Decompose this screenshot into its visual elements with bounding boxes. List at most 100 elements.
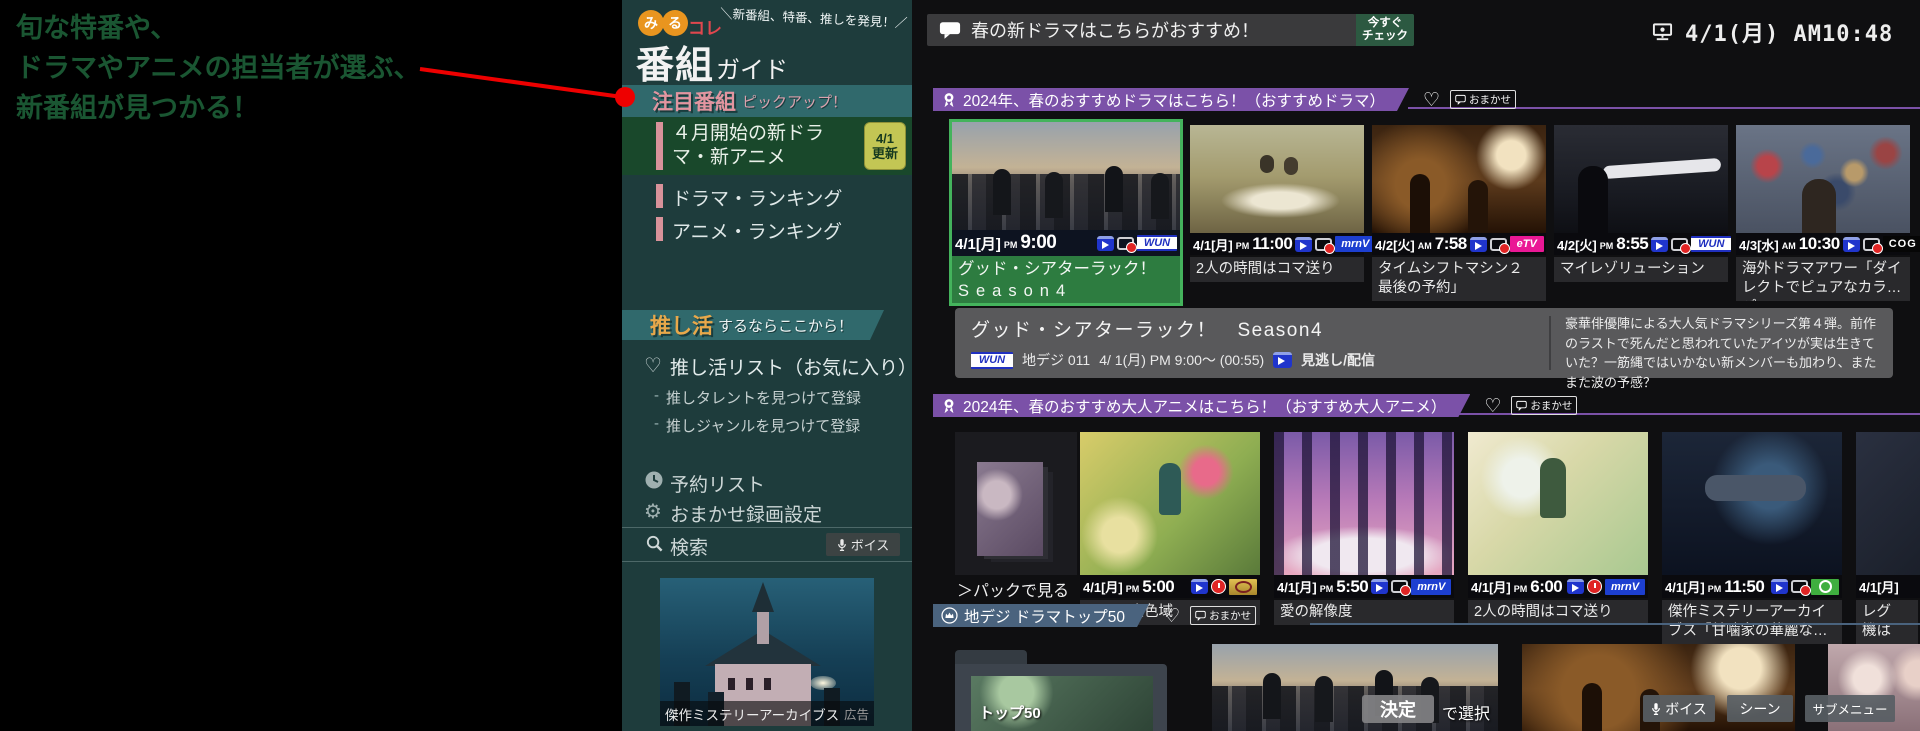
voice-search-button[interactable]: ボイス	[826, 533, 900, 556]
schedule-text: 4/ 1(月) PM 9:00〜 (00:55)	[1099, 350, 1264, 370]
air-date: 4/1[月]	[1193, 235, 1233, 254]
annotation-line: 新番組が見つかる！	[16, 88, 420, 128]
submenu-button[interactable]: サブメニュー	[1805, 695, 1895, 722]
sidebar-item-new-drama-anime[interactable]: ４月開始の新ドラマ・新アニメ 4/1 更新	[622, 117, 912, 175]
sidebar-item-search[interactable]: 検索 ボイス	[622, 527, 912, 562]
program-thumbnail	[952, 122, 1180, 230]
program-card[interactable]: 4/2[火]AM7:58 eTV タイムシフトマシン２ 最後の予約」	[1372, 125, 1546, 303]
broadcaster-logo: eTV	[1510, 236, 1544, 252]
broadcaster-logo: mrnV	[1605, 579, 1645, 595]
decide-hint-text: で選択	[1442, 700, 1490, 724]
heart-icon[interactable]: ♡	[1163, 605, 1180, 627]
am-pm: AM	[1418, 241, 1432, 251]
check-now-button[interactable]: 今すぐ チェック	[1356, 14, 1414, 46]
heart-icon[interactable]: ♡	[1423, 89, 1440, 111]
omakase-badge[interactable]: おまかせ	[1190, 606, 1256, 625]
program-time-strip: 4/1[月]PM5:50 mrnV	[1274, 575, 1454, 598]
pack-view-label[interactable]: ＞パックで見る	[957, 577, 1069, 601]
heart-icon[interactable]: ♡	[1484, 395, 1501, 417]
row-anime-title: 2024年、春のおすすめ大人アニメはこちら！（おすすめ大人アニメ）	[963, 395, 1446, 417]
scene-button[interactable]: シーン	[1727, 695, 1793, 722]
scene-button-label: シーン	[1739, 699, 1780, 719]
program-thumbnail	[1736, 125, 1910, 233]
pack-thumbnail[interactable]	[977, 462, 1043, 556]
program-thumbnail	[1274, 432, 1454, 575]
sidebar: み る コレ ＼新番組、特番、推しを発見！／ 番組 ガイド 注目番組 ピックアッ…	[622, 0, 912, 731]
update-badge: 4/1 更新	[864, 122, 906, 170]
program-time-strip: 4/3[水]AM10:30 COG	[1736, 233, 1910, 255]
decide-key-hint: 決定	[1362, 695, 1434, 723]
notification-bar[interactable]: 春の新ドラマはこちらがおすすめ！ 今すぐ チェック	[927, 14, 1414, 46]
sidebar-item-drama-ranking[interactable]: ドラマ・ランキング	[622, 182, 912, 210]
pickup-section-header: 注目番組 ピックアップ！	[622, 85, 912, 117]
program-card-good-theater[interactable]: 4/1[月]PM9:00 WUN グッド・シアターラック！ Season4	[949, 119, 1183, 306]
sidebar-item-find-genre[interactable]: - 推しジャンルを見つけて登録	[622, 414, 912, 436]
catchup-play-icon	[1273, 352, 1292, 368]
reminder-clock-icon	[1587, 579, 1602, 594]
mic-icon	[1651, 702, 1661, 716]
program-time-strip: 4/1[月]PM9:00 WUN	[952, 230, 1180, 256]
reminder-bubble-icon	[1791, 580, 1808, 593]
sidebar-item-anime-ranking[interactable]: アニメ・ランキング	[622, 215, 912, 243]
program-thumbnail	[1372, 125, 1546, 233]
am-pm: PM	[1236, 241, 1250, 251]
catchup-play-icon	[1771, 579, 1788, 594]
air-time: 11:00	[1252, 234, 1292, 254]
program-thumbnail	[1190, 125, 1364, 233]
catchup-play-icon	[1651, 237, 1668, 252]
reminder-bubble-icon	[1490, 238, 1507, 251]
anime-card[interactable]: 4/1[月]PM6:00 mrnV 2人の時間はコマ送り	[1468, 432, 1648, 640]
guide-title-suffix: ガイド	[716, 50, 788, 85]
program-card[interactable]: 4/2[火]PM8:55 WUN マイレゾリューション	[1554, 125, 1728, 303]
annotation-line: 旬な特番や、	[16, 8, 420, 48]
broadcaster-logo-gold	[1229, 579, 1257, 595]
row-drama-title: 2024年、春のおすすめドラマはこちら！（おすすめドラマ）	[963, 89, 1385, 111]
info-divider	[1549, 316, 1551, 370]
sidebar-item-label: 推しタレントを見つけて登録	[666, 387, 861, 408]
dash: -	[654, 387, 659, 404]
omakase-badge[interactable]: おまかせ	[1450, 90, 1516, 109]
am-pm: PM	[1514, 584, 1528, 594]
program-time-strip: 4/1[月]	[1856, 575, 1920, 598]
item-accent-bar	[656, 122, 663, 170]
sidebar-item-find-talent[interactable]: - 推しタレントを見つけて登録	[622, 386, 912, 408]
logo-circle-mi: み	[638, 10, 664, 36]
omakase-badge[interactable]: おまかせ	[1511, 396, 1577, 415]
catchup-play-icon	[1470, 237, 1487, 252]
sidebar-item-fav-list[interactable]: ♡ 推し活リスト（お気に入り）	[622, 351, 912, 377]
sidebar-item-label: アニメ・ランキング	[672, 217, 842, 244]
top50-label: トップ50	[979, 702, 1041, 723]
item-accent-bar	[656, 184, 663, 208]
air-date: 4/1[月]	[955, 233, 1001, 254]
air-time: 5:50	[1336, 577, 1368, 597]
gear-icon: ⚙	[644, 499, 662, 523]
row-top50-header: 地デジ ドラマトップ50 ♡ おまかせ	[933, 604, 1256, 627]
catchup-play-icon	[1567, 579, 1584, 594]
reminder-bubble-icon	[1315, 238, 1332, 251]
row-drama-header: 2024年、春のおすすめドラマはこちら！（おすすめドラマ） ♡ おまかせ	[933, 88, 1516, 111]
program-card[interactable]: 4/1[月]PM11:00 mrnV 2人の時間はコマ送り	[1190, 125, 1364, 303]
top50-folder[interactable]: トップ50	[955, 664, 1167, 731]
anime-card[interactable]: 4/1[月]PM5:50 mrnV 愛の解像度	[1274, 432, 1454, 640]
air-time: 6:00	[1530, 577, 1562, 597]
anime-card-partial[interactable]: 4/1[月] レグ 機は	[1856, 432, 1920, 640]
omakase-label: おまかせ	[1209, 608, 1251, 623]
sidebar-item-reserve-list[interactable]: 予約リスト	[622, 468, 912, 494]
am-pm: PM	[1600, 241, 1614, 251]
anime-card[interactable]: 4/1[月]PM11:50 傑作ミステリーアーカイブス「甘噛家の華麗なる一…	[1662, 432, 1842, 640]
voice-button[interactable]: ボイス	[1643, 695, 1715, 722]
top50-folder-tab	[955, 650, 1027, 664]
program-card[interactable]: 4/3[水]AM10:30 COG 海外ドラマアワー「ダイレクトでピュアなカラー…	[1736, 125, 1910, 303]
omakase-bubble-icon	[1516, 400, 1527, 411]
program-description: 豪華俳優陣による大人気ドラマシリーズ第４弾。前作のラストで死んだと思われていたア…	[1565, 314, 1881, 392]
dash: -	[654, 415, 659, 432]
mic-icon	[837, 538, 847, 552]
row-top50-title: 地デジ ドラマトップ50	[964, 605, 1125, 627]
annotation-line: ドラマやアニメの担当者が選ぶ、	[16, 48, 420, 88]
sidebar-item-omakase-recording[interactable]: ⚙ おまかせ録画設定	[622, 498, 912, 524]
air-date: 4/1[月]	[1277, 577, 1317, 596]
ad-banner[interactable]: 傑作ミステリーアーカイブス「甘… 広告	[660, 578, 874, 726]
air-time: 10:30	[1799, 234, 1840, 254]
voice-button-label: ボイス	[1665, 699, 1707, 719]
program-title-line2: Season4	[958, 280, 1174, 302]
